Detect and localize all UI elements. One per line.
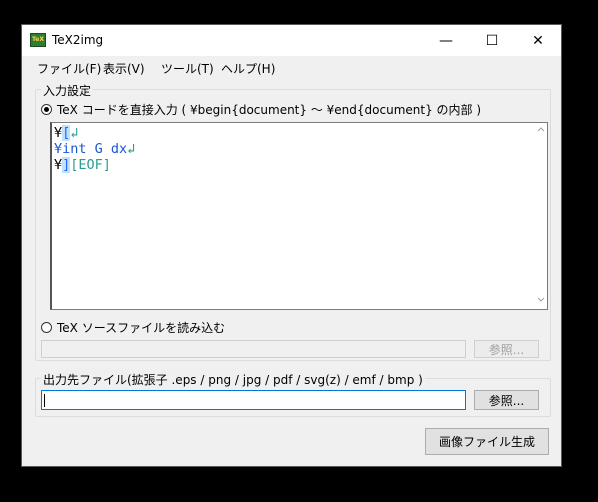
source-file-label: TeX ソースファイルを読み込む	[57, 321, 226, 335]
generate-image-label: 画像ファイル生成	[438, 435, 535, 449]
tex-code-editor[interactable]: ¥[↲ ¥int G dx↲ ¥][EOF]	[50, 122, 548, 310]
yen-sign: ¥	[54, 157, 63, 173]
editor-line: ¥][EOF]	[54, 157, 135, 173]
direct-input-option[interactable]: TeX コードを直接入力 ( ¥begin{document} ～ ¥end{d…	[41, 101, 481, 118]
direct-input-label: TeX コードを直接入力 ( ¥begin{document} ～ ¥end{d…	[57, 103, 482, 117]
editor-scrollbar[interactable]	[535, 123, 547, 309]
editor-content: ¥[↲ ¥int G dx↲ ¥][EOF]	[54, 125, 135, 173]
source-file-option[interactable]: TeX ソースファイルを読み込む	[41, 319, 225, 336]
output-group-label: 出力先ファイル(拡張子 .eps / png / jpg / pdf / svg…	[41, 371, 425, 388]
maximize-button[interactable]: ☐	[469, 25, 515, 56]
close-icon: ✕	[532, 32, 544, 49]
editor-line: ¥[↲	[54, 125, 135, 141]
app-window: TeX TeX2img — ☐ ✕ ファイル(F) 表示(V) ツール(T) ヘ…	[21, 24, 562, 467]
return-icon: ↲	[70, 125, 79, 141]
source-file-path-input[interactable]	[41, 340, 466, 358]
return-icon: ↲	[127, 141, 136, 157]
eof-marker: [EOF]	[70, 157, 111, 173]
input-settings-label: 入力設定	[41, 82, 94, 99]
scroll-down-arrow-icon	[537, 297, 545, 302]
int-command: int G dx	[62, 141, 128, 157]
text-cursor	[44, 394, 45, 407]
menu-bar: ファイル(F) 表示(V) ツール(T) ヘルプ(H)	[22, 56, 561, 80]
yen-sign: ¥	[54, 141, 63, 157]
menu-view[interactable]: 表示(V)	[103, 60, 145, 77]
title-bar[interactable]: TeX TeX2img — ☐ ✕	[22, 25, 561, 56]
minimize-icon: —	[439, 32, 453, 49]
output-file-input[interactable]	[41, 390, 466, 410]
window-title: TeX2img	[52, 33, 104, 47]
app-icon: TeX	[30, 33, 46, 47]
menu-tools[interactable]: ツール(T)	[161, 60, 214, 77]
source-browse-label: 参照...	[488, 342, 525, 357]
output-browse-label: 参照...	[488, 393, 525, 408]
minimize-button[interactable]: —	[423, 25, 469, 56]
scroll-up-arrow-icon	[537, 127, 545, 132]
menu-help[interactable]: ヘルプ(H)	[221, 60, 275, 77]
generate-image-button[interactable]: 画像ファイル生成	[425, 428, 549, 455]
direct-input-radio[interactable]	[41, 104, 52, 115]
close-button[interactable]: ✕	[515, 25, 561, 56]
menu-file[interactable]: ファイル(F)	[37, 60, 101, 77]
output-browse-button[interactable]: 参照...	[474, 390, 539, 410]
scrollbar-arrows	[537, 127, 545, 302]
maximize-icon: ☐	[485, 32, 499, 49]
editor-line: ¥int G dx↲	[54, 141, 135, 157]
source-browse-button[interactable]: 参照...	[474, 340, 539, 358]
yen-sign: ¥	[54, 125, 63, 141]
source-file-radio[interactable]	[41, 322, 52, 333]
app-icon-logo-text: TeX	[32, 36, 44, 43]
